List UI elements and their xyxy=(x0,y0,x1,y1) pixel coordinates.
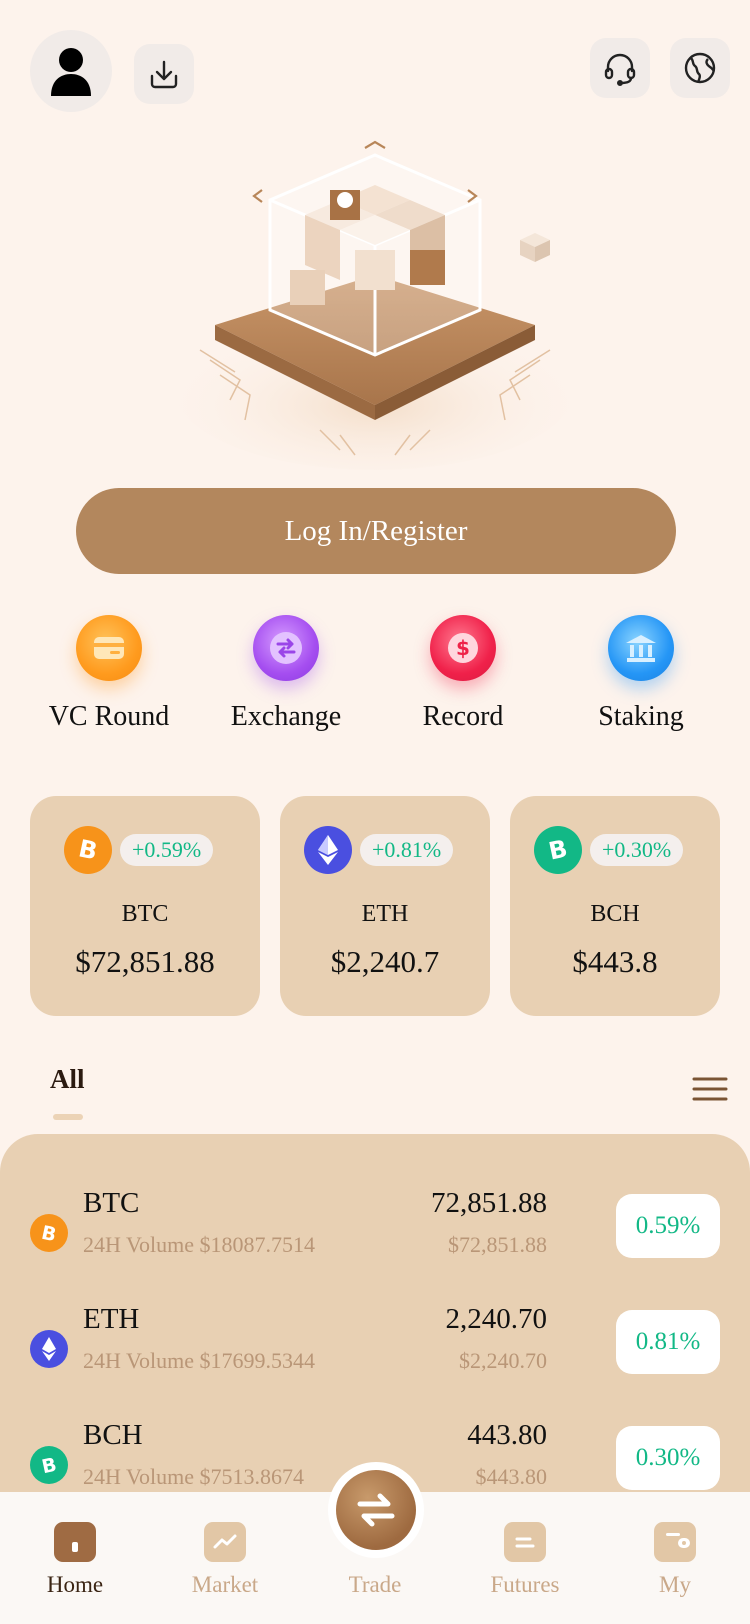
headset-icon xyxy=(604,53,636,87)
futures-icon xyxy=(504,1522,546,1562)
list-item[interactable]: B BTC 24H Volume $18087.7514 72,851.88 $… xyxy=(0,1187,750,1294)
bitcoin-icon: B xyxy=(64,826,112,874)
nav-label-trade[interactable]: Trade xyxy=(315,1572,435,1598)
trade-swap-icon xyxy=(336,1470,416,1550)
globe-icon xyxy=(684,52,716,84)
vc-round-label: VC Round xyxy=(48,701,170,732)
list-change-badge: 0.59% xyxy=(616,1194,720,1258)
svg-text:B: B xyxy=(76,835,100,865)
nav-label: Market xyxy=(191,1572,259,1597)
ticker-change: +0.59% xyxy=(120,834,214,866)
list-symbol: ETH xyxy=(83,1303,140,1335)
support-button[interactable] xyxy=(590,38,650,98)
nav-my[interactable]: My xyxy=(615,1522,735,1598)
list-symbol: BCH xyxy=(83,1419,143,1451)
vc-round-action[interactable]: VC Round xyxy=(24,615,194,733)
ticker-price: $2,240.7 xyxy=(330,944,440,979)
bitcoin-cash-icon: B xyxy=(534,826,582,874)
bank-icon xyxy=(608,615,674,681)
staking-action[interactable]: Staking xyxy=(556,615,726,733)
quick-actions: VC Round Exchange $ Record Staking xyxy=(0,615,750,745)
ethereum-icon xyxy=(304,826,352,874)
list-last-price: 2,240.70 xyxy=(445,1303,548,1335)
ethereum-icon xyxy=(30,1330,68,1368)
swap-icon xyxy=(253,615,319,681)
nav-market[interactable]: Market xyxy=(165,1522,285,1598)
ticker-price: $72,851.88 xyxy=(75,944,215,979)
ticker-card-bch[interactable]: B +0.30% BCH $443.8 xyxy=(510,796,720,1016)
download-button[interactable] xyxy=(134,44,194,104)
nav-futures[interactable]: Futures xyxy=(465,1522,585,1598)
ticker-symbol: ETH xyxy=(361,901,409,927)
ticker-change: +0.30% xyxy=(590,834,684,866)
ticker-symbol: BTC xyxy=(121,901,169,927)
list-symbol: BTC xyxy=(83,1187,140,1219)
list-last-price: 443.80 xyxy=(467,1419,547,1451)
list-usd-price: $443.80 xyxy=(475,1464,548,1489)
bitcoin-icon: B xyxy=(30,1214,68,1252)
record-action[interactable]: $ Record xyxy=(378,615,548,733)
exchange-label: Exchange xyxy=(230,701,342,732)
ticker-symbol: BCH xyxy=(590,901,640,927)
list-volume: 24H Volume $7513.8674 xyxy=(83,1464,305,1489)
wallet-icon xyxy=(654,1522,696,1562)
svg-text:B: B xyxy=(39,1222,58,1245)
list-volume: 24H Volume $18087.7514 xyxy=(83,1232,316,1257)
download-icon xyxy=(150,60,178,89)
user-icon xyxy=(51,48,91,96)
hero-illustration xyxy=(170,130,580,470)
avatar-button[interactable] xyxy=(30,30,112,112)
ticker-price: $443.8 xyxy=(572,944,658,979)
list-usd-price: $72,851.88 xyxy=(448,1232,547,1257)
ticker-card-btc[interactable]: B +0.59% BTC $72,851.88 xyxy=(30,796,260,1016)
login-register-button[interactable]: Log In/Register xyxy=(76,488,676,574)
dollar-icon: $ xyxy=(430,615,496,681)
staking-label: Staking xyxy=(598,701,684,732)
nav-home[interactable]: Home xyxy=(15,1522,135,1598)
language-button[interactable] xyxy=(670,38,730,98)
hamburger-icon[interactable] xyxy=(692,1076,728,1102)
list-last-price: 72,851.88 xyxy=(431,1187,547,1219)
svg-text:$: $ xyxy=(456,636,470,660)
list-change-badge: 0.30% xyxy=(616,1426,720,1490)
trade-button[interactable] xyxy=(328,1462,424,1558)
chart-icon xyxy=(204,1522,246,1562)
list-usd-price: $2,240.70 xyxy=(459,1348,547,1373)
nav-label: Futures xyxy=(490,1572,560,1597)
record-label: Record xyxy=(422,701,504,732)
tab-indicator xyxy=(53,1114,83,1120)
list-item[interactable]: ETH 24H Volume $17699.5344 2,240.70 $2,2… xyxy=(0,1303,750,1410)
ticker-change: +0.81% xyxy=(360,834,454,866)
nav-label: Home xyxy=(46,1572,104,1597)
list-volume: 24H Volume $17699.5344 xyxy=(83,1348,316,1373)
svg-text:B: B xyxy=(40,1454,59,1477)
bitcoin-cash-icon: B xyxy=(30,1446,68,1484)
list-change-badge: 0.81% xyxy=(616,1310,720,1374)
card-icon xyxy=(76,615,142,681)
home-icon xyxy=(54,1522,96,1562)
ticker-card-eth[interactable]: +0.81% ETH $2,240.7 xyxy=(280,796,490,1016)
exchange-action[interactable]: Exchange xyxy=(201,615,371,733)
nav-label: My xyxy=(659,1572,691,1597)
svg-text:B: B xyxy=(546,835,570,865)
tab-all[interactable]: All xyxy=(50,1064,85,1095)
